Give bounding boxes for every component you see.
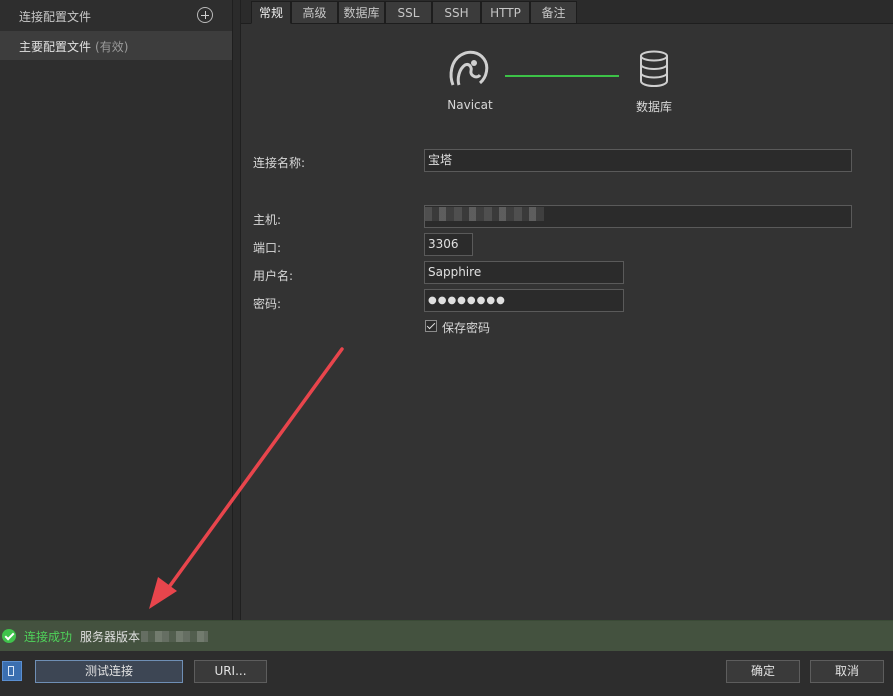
uri-button[interactable]: URI... (194, 660, 267, 683)
status-bar: 连接成功 服务器版本 (0, 620, 893, 651)
server-version-label: 服务器版本 (80, 630, 141, 644)
tab-bar: 常规 高级 数据库 SSL SSH HTTP 备注 (241, 0, 893, 24)
tab-databases[interactable]: 数据库 (338, 1, 385, 24)
add-profile-icon[interactable] (197, 7, 213, 23)
password-label: 密码: (253, 297, 282, 311)
tab-advanced[interactable]: 高级 (291, 1, 338, 24)
tab-notes[interactable]: 备注 (530, 1, 577, 24)
profile-status: (有效) (95, 40, 129, 54)
save-password-checkbox[interactable] (425, 320, 437, 332)
navicat-logo-icon (449, 50, 489, 86)
general-tab-panel: Navicat 数据库 连接名称: 宝塔 主机: 端口: 3306 用户名: S… (241, 24, 893, 620)
server-version-redacted (141, 631, 208, 642)
connection-line (505, 75, 619, 77)
connection-name-label: 连接名称: (253, 156, 306, 170)
profiles-pane: 连接配置文件 主要配置文件 (有效) (0, 0, 232, 620)
host-label: 主机: (253, 213, 282, 227)
navicat-label: Navicat (447, 98, 493, 112)
tab-http[interactable]: HTTP (481, 1, 530, 24)
database-label: 数据库 (635, 100, 672, 114)
password-input[interactable]: ●●●●●●●● (424, 289, 624, 312)
check-circle-icon (2, 629, 16, 643)
tab-general[interactable]: 常规 (251, 1, 291, 24)
sidebar-toggle-icon[interactable] (2, 661, 22, 681)
test-connection-button[interactable]: 测试连接 (35, 660, 183, 683)
profiles-header: 连接配置文件 (0, 0, 232, 31)
profiles-title: 连接配置文件 (19, 10, 92, 24)
port-input[interactable]: 3306 (424, 233, 473, 256)
database-icon (640, 50, 668, 88)
username-input[interactable]: Sapphire (424, 261, 624, 284)
ok-button[interactable]: 确定 (726, 660, 800, 683)
tab-ssl[interactable]: SSL (385, 1, 432, 24)
profile-name: 主要配置文件 (19, 40, 92, 54)
port-label: 端口: (253, 241, 282, 255)
status-message: 连接成功 (24, 630, 73, 644)
cancel-button[interactable]: 取消 (810, 660, 884, 683)
save-password-label: 保存密码 (442, 321, 491, 335)
pane-splitter[interactable] (232, 0, 241, 620)
username-label: 用户名: (253, 269, 294, 283)
dialog-button-bar: 测试连接 URI... 确定 取消 (0, 651, 893, 696)
tab-ssh[interactable]: SSH (432, 1, 481, 24)
connection-name-input[interactable]: 宝塔 (424, 149, 852, 172)
profile-item-main[interactable]: 主要配置文件 (有效) (0, 31, 232, 60)
host-redacted (424, 207, 544, 221)
profile-item-label: 主要配置文件 (有效) (19, 38, 128, 55)
